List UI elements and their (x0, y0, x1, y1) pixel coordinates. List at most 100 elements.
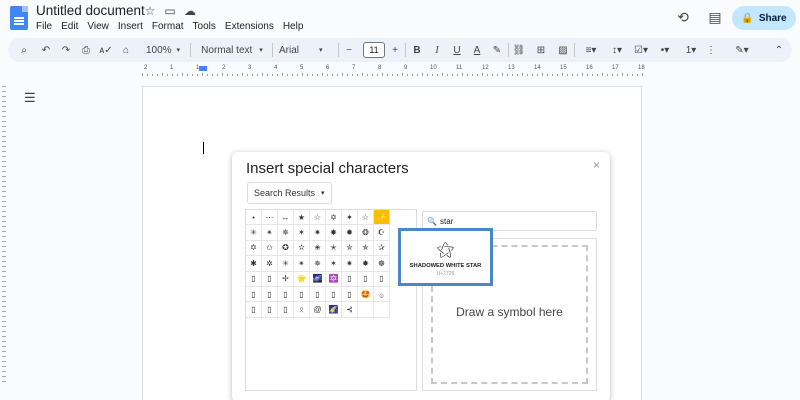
menu-file[interactable]: File (36, 21, 52, 32)
editing-mode-icon[interactable]: ✎▾ (730, 41, 754, 59)
menu-insert[interactable]: Insert (118, 21, 143, 32)
symbol-cell[interactable]: ✸ (326, 225, 342, 241)
more-icon[interactable]: ⋮ (704, 41, 718, 59)
symbol-cell[interactable]: ▯ (310, 286, 326, 303)
underline-button[interactable]: U (450, 41, 464, 59)
symbol-cell[interactable]: ✶ (326, 256, 342, 272)
symbol-cell[interactable]: ↔ (278, 210, 294, 226)
move-folder-icon[interactable]: ▭ (162, 3, 178, 19)
symbol-cell[interactable]: ✭ (326, 240, 342, 257)
symbol-cell[interactable]: ✵ (278, 225, 294, 241)
menu-extensions[interactable]: Extensions (225, 21, 274, 32)
style-select[interactable]: Normal text ▾ (194, 41, 270, 59)
symbol-cell[interactable]: ✫ (294, 240, 310, 257)
symbol-cell[interactable]: 🔯 (326, 271, 342, 287)
symbol-cell[interactable]: ✳ (278, 256, 294, 272)
symbol-cell[interactable]: ▯ (278, 286, 294, 303)
symbol-cell[interactable]: ✱ (246, 256, 262, 272)
symbol-cell[interactable]: ✨ (374, 210, 390, 226)
symbol-cell[interactable]: ✮ (342, 240, 358, 257)
decrease-font-size-button[interactable]: − (342, 41, 356, 59)
checklist-icon[interactable]: ☑▾ (630, 41, 652, 59)
symbol-cell[interactable]: ✷ (342, 256, 358, 272)
horizontal-ruler[interactable]: 2 1 1 2 3 4 5 6 7 8 9 10 11 12 13 14 15 16 17 18 (142, 65, 645, 76)
search-menus-icon[interactable]: ⌕ (16, 41, 32, 59)
symbol-cell[interactable]: ✹ (342, 225, 358, 241)
cloud-status-icon[interactable]: ☁ (182, 3, 198, 19)
document-title[interactable]: Untitled document (36, 3, 145, 18)
symbol-cell[interactable]: ▯ (342, 271, 358, 287)
symbol-cell[interactable]: ✳ (246, 225, 262, 241)
highlight-color-icon[interactable]: ✎ (490, 41, 504, 59)
symbol-cell[interactable]: ▯ (326, 286, 342, 303)
italic-button[interactable]: I (430, 41, 444, 59)
symbol-cell[interactable]: ✶ (294, 225, 310, 241)
category-select[interactable]: Search Results ▾ (247, 182, 332, 204)
symbol-cell[interactable]: ✩ (262, 240, 278, 257)
symbol-cell[interactable]: ۞ (374, 286, 390, 303)
symbol-cell[interactable]: ▯ (278, 302, 294, 318)
symbol-cell[interactable]: ☸ (374, 256, 390, 272)
symbol-cell[interactable]: ▯ (246, 271, 262, 287)
undo-icon[interactable]: ↶ (38, 41, 54, 59)
symbol-cell[interactable]: ✬ (310, 240, 326, 257)
menu-help[interactable]: Help (283, 21, 304, 32)
symbol-cell[interactable]: ⊰ (342, 302, 358, 318)
symbol-cell[interactable]: ▯ (262, 286, 278, 303)
comments-icon[interactable]: ▤ (706, 8, 724, 26)
print-icon[interactable]: ⎙ (78, 41, 94, 59)
bold-button[interactable]: B (410, 41, 424, 59)
hide-menus-icon[interactable]: ⌃ (772, 41, 786, 59)
close-icon[interactable]: × (593, 158, 600, 172)
symbol-cell[interactable]: 🌠 (326, 302, 342, 318)
spellcheck-icon[interactable]: ᴀ✓ (98, 41, 114, 59)
symbol-cell[interactable]: ✸ (358, 256, 374, 272)
symbol-cell[interactable]: ☪ (374, 225, 390, 241)
symbol-cell[interactable]: 🌌 (310, 271, 326, 287)
font-select[interactable]: Arial ▾ (276, 41, 336, 59)
redo-icon[interactable]: ↷ (58, 41, 74, 59)
menu-tools[interactable]: Tools (193, 21, 216, 32)
insert-image-icon[interactable]: ▨ (556, 41, 570, 59)
paint-format-icon[interactable]: ⌂ (118, 41, 134, 59)
symbol-cell[interactable]: ✰ (374, 240, 390, 257)
symbol-cell[interactable]: ✷ (310, 225, 326, 241)
symbol-cell[interactable]: ✢ (278, 271, 294, 287)
increase-font-size-button[interactable]: + (388, 41, 402, 59)
symbol-cell[interactable]: ᛟ (294, 302, 310, 318)
star-icon[interactable]: ☆ (142, 3, 158, 19)
symbol-cell[interactable]: ✴ (294, 256, 310, 272)
add-comment-icon[interactable]: ⊞ (534, 41, 548, 59)
align-icon[interactable]: ≡▾ (580, 41, 602, 59)
symbol-cell[interactable]: ⋆ (246, 210, 262, 226)
symbol-cell[interactable]: ▯ (262, 271, 278, 287)
line-spacing-icon[interactable]: ↕▾ (606, 41, 628, 59)
symbol-cell[interactable]: ▯ (246, 286, 262, 303)
symbol-cell[interactable]: 🌟 (294, 271, 310, 287)
symbol-cell[interactable]: ☆ (358, 210, 374, 226)
symbol-cell[interactable] (358, 302, 374, 318)
docs-logo-icon[interactable] (10, 6, 28, 30)
symbol-cell[interactable]: ▯ (374, 271, 390, 287)
symbol-cell[interactable]: ▯ (262, 302, 278, 318)
symbol-cell[interactable]: ✡ (246, 240, 262, 257)
symbol-cell[interactable]: ✪ (278, 240, 294, 257)
share-button[interactable]: 🔒 Share (732, 6, 796, 30)
menu-edit[interactable]: Edit (61, 21, 78, 32)
symbol-cell[interactable] (374, 302, 390, 318)
font-size-input[interactable]: 11 (363, 42, 385, 58)
symbol-cell[interactable]: ✡ (326, 210, 342, 226)
bulleted-list-icon[interactable]: •▾ (654, 41, 676, 59)
symbol-cell[interactable]: @ (310, 302, 326, 318)
symbol-cell[interactable]: ▯ (294, 286, 310, 303)
symbol-cell[interactable]: ▯ (246, 302, 262, 318)
menu-view[interactable]: View (87, 21, 109, 32)
zoom-select[interactable]: 100% ▾ (140, 41, 186, 59)
symbol-cell[interactable]: ✦ (342, 210, 358, 226)
insert-link-icon[interactable]: ⛓ (512, 41, 526, 59)
numbered-list-icon[interactable]: 1▾ (680, 41, 702, 59)
version-history-icon[interactable]: ⟲ (674, 8, 692, 26)
symbol-cell[interactable]: ✲ (262, 256, 278, 272)
text-color-button[interactable]: A (470, 41, 484, 59)
symbol-cell[interactable]: ▯ (342, 286, 358, 303)
